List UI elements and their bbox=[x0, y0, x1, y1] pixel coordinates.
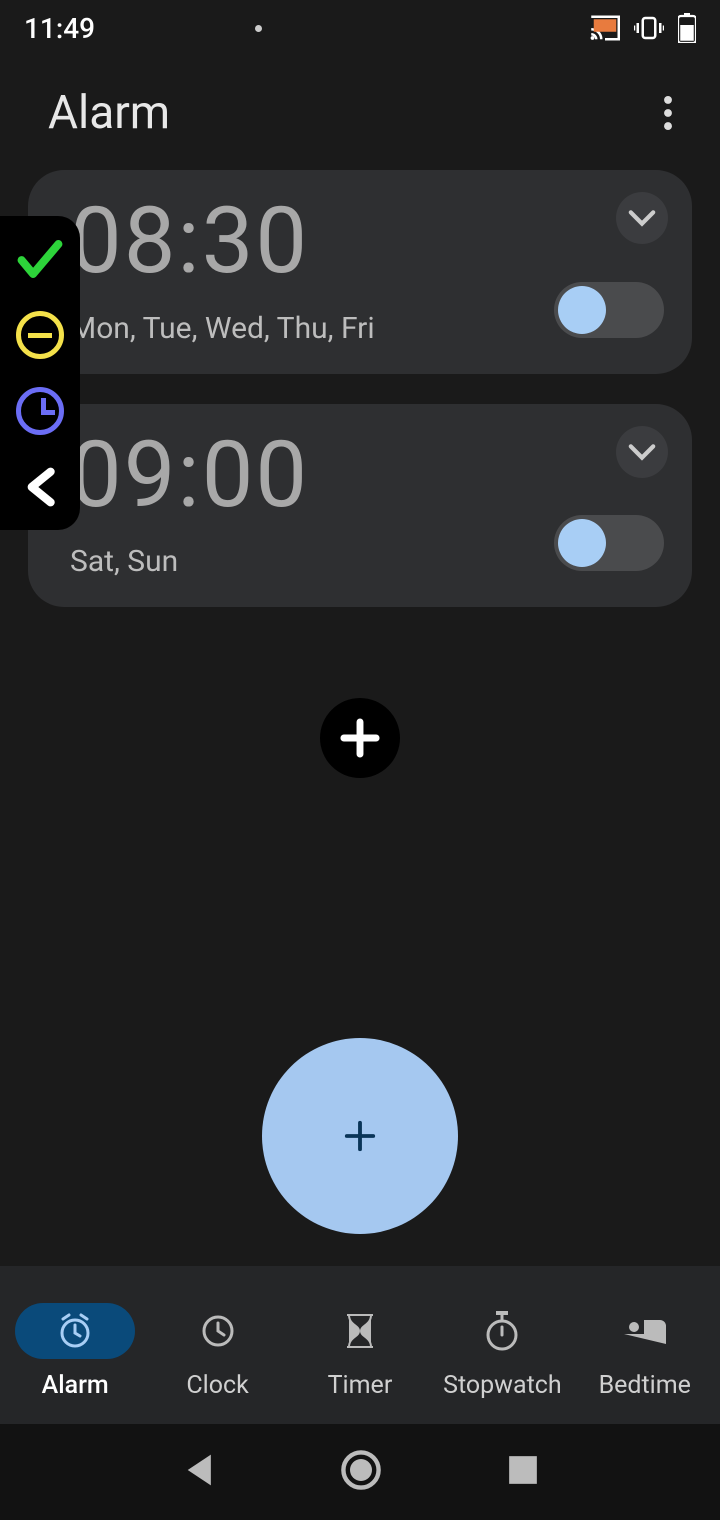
nav-label: Clock bbox=[186, 1371, 248, 1400]
nav-stopwatch[interactable]: Stopwatch bbox=[442, 1303, 562, 1400]
home-button[interactable] bbox=[339, 1448, 383, 1496]
chevron-down-icon bbox=[628, 443, 656, 461]
nav-label: Timer bbox=[328, 1371, 393, 1400]
notification-dot-icon bbox=[255, 25, 262, 32]
chevron-down-icon bbox=[628, 209, 656, 227]
triangle-back-icon bbox=[182, 1452, 214, 1488]
schedule-clock-icon[interactable] bbox=[15, 386, 65, 436]
stopwatch-icon bbox=[482, 1309, 522, 1353]
do-not-disturb-icon[interactable] bbox=[15, 310, 65, 360]
status-bar: 11:49 bbox=[0, 0, 720, 56]
chevron-left-icon[interactable] bbox=[15, 462, 65, 512]
alarm-time[interactable]: 09:00 bbox=[70, 428, 664, 525]
circle-home-icon bbox=[339, 1448, 383, 1492]
nav-label: Alarm bbox=[42, 1371, 109, 1400]
alarm-card[interactable]: 08:30 Mon, Tue, Wed, Thu, Fri bbox=[28, 170, 692, 374]
expand-button[interactable] bbox=[616, 192, 668, 244]
page-title: Alarm bbox=[48, 86, 170, 140]
app-header: Alarm bbox=[0, 56, 720, 170]
alarm-card[interactable]: 09:00 Sat, Sun bbox=[28, 404, 692, 608]
vibrate-icon bbox=[634, 15, 664, 41]
alarm-time[interactable]: 08:30 bbox=[70, 194, 664, 291]
bed-icon bbox=[620, 1314, 670, 1348]
nav-label: Bedtime bbox=[599, 1371, 691, 1400]
clock-icon bbox=[198, 1311, 238, 1351]
nav-clock[interactable]: Clock bbox=[158, 1303, 278, 1400]
overlay-add-button[interactable] bbox=[320, 698, 400, 778]
hourglass-icon bbox=[341, 1311, 379, 1351]
more-vert-icon bbox=[664, 96, 672, 130]
status-time: 11:49 bbox=[24, 12, 95, 45]
nav-alarm[interactable]: Alarm bbox=[15, 1303, 135, 1400]
toggle-knob bbox=[558, 286, 606, 334]
recents-button[interactable] bbox=[508, 1455, 538, 1489]
nav-timer[interactable]: Timer bbox=[300, 1303, 420, 1400]
more-options-button[interactable] bbox=[648, 93, 688, 133]
plus-icon bbox=[337, 715, 383, 761]
check-icon[interactable] bbox=[15, 234, 65, 284]
bottom-nav: Alarm Clock Timer Stopwatch Bedtime bbox=[0, 1266, 720, 1424]
square-recents-icon bbox=[508, 1455, 538, 1485]
battery-icon bbox=[678, 13, 696, 43]
alarm-toggle[interactable] bbox=[554, 282, 664, 338]
nav-bedtime[interactable]: Bedtime bbox=[585, 1303, 705, 1400]
system-nav-bar bbox=[0, 1424, 720, 1520]
alarm-list: 08:30 Mon, Tue, Wed, Thu, Fri 09:00 Sat,… bbox=[0, 170, 720, 607]
plus-icon bbox=[338, 1114, 382, 1158]
alarm-toggle[interactable] bbox=[554, 515, 664, 571]
expand-button[interactable] bbox=[616, 426, 668, 478]
alarm-icon bbox=[55, 1311, 95, 1351]
floating-toolbar[interactable] bbox=[0, 216, 80, 530]
nav-label: Stopwatch bbox=[443, 1371, 562, 1400]
toggle-knob bbox=[558, 519, 606, 567]
back-button[interactable] bbox=[182, 1452, 214, 1492]
cast-icon bbox=[590, 15, 620, 41]
add-alarm-fab[interactable] bbox=[262, 1038, 458, 1234]
